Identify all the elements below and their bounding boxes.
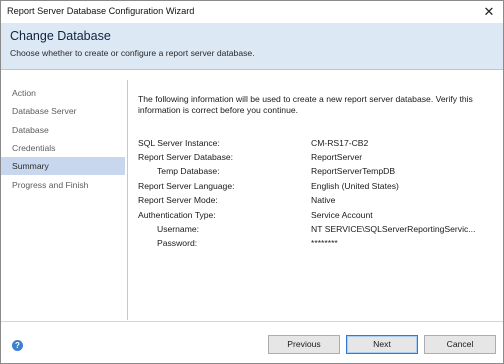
value-report-server-database: ReportServer bbox=[311, 152, 363, 162]
label-password: Password: bbox=[157, 238, 198, 248]
previous-button[interactable]: Previous bbox=[268, 335, 340, 354]
value-report-server-mode: Native bbox=[311, 195, 336, 205]
wizard-steps-nav: Action Database Server Database Credenti… bbox=[1, 80, 125, 320]
value-authentication-type: Service Account bbox=[311, 210, 373, 220]
page-subtitle: Choose whether to create or configure a … bbox=[10, 48, 255, 58]
step-progress-and-finish[interactable]: Progress and Finish bbox=[1, 176, 125, 194]
step-summary[interactable]: Summary bbox=[1, 157, 125, 175]
close-icon[interactable]: ✕ bbox=[481, 4, 497, 20]
label-username: Username: bbox=[157, 224, 200, 234]
help-icon[interactable]: ? bbox=[12, 340, 23, 351]
step-action[interactable]: Action bbox=[1, 84, 125, 102]
label-temp-database: Temp Database: bbox=[157, 166, 220, 176]
step-database[interactable]: Database bbox=[1, 121, 125, 139]
cancel-button[interactable]: Cancel bbox=[424, 335, 496, 354]
label-report-server-database: Report Server Database: bbox=[138, 152, 234, 162]
wizard-window: Report Server Database Configuration Wiz… bbox=[0, 0, 504, 364]
page-header: Change Database Choose whether to create… bbox=[1, 23, 503, 70]
label-report-server-language: Report Server Language: bbox=[138, 181, 235, 191]
step-credentials[interactable]: Credentials bbox=[1, 139, 125, 157]
title-bar: Report Server Database Configuration Wiz… bbox=[1, 1, 503, 23]
value-report-server-language: English (United States) bbox=[311, 181, 399, 191]
value-password: ******** bbox=[311, 238, 338, 248]
window-title: Report Server Database Configuration Wiz… bbox=[7, 6, 195, 16]
value-sql-server-instance: CM-RS17-CB2 bbox=[311, 138, 369, 148]
pane-divider bbox=[127, 80, 128, 320]
page-title: Change Database bbox=[10, 29, 111, 43]
label-report-server-mode: Report Server Mode: bbox=[138, 195, 218, 205]
footer-separator bbox=[1, 321, 503, 322]
label-sql-server-instance: SQL Server Instance: bbox=[138, 138, 220, 148]
summary-intro-text: The following information will be used t… bbox=[138, 94, 473, 115]
label-authentication-type: Authentication Type: bbox=[138, 210, 216, 220]
step-database-server[interactable]: Database Server bbox=[1, 102, 125, 120]
next-button[interactable]: Next bbox=[346, 335, 418, 354]
value-temp-database: ReportServerTempDB bbox=[311, 166, 396, 176]
value-username: NT SERVICE\SQLServerReportingServic... bbox=[311, 224, 476, 234]
